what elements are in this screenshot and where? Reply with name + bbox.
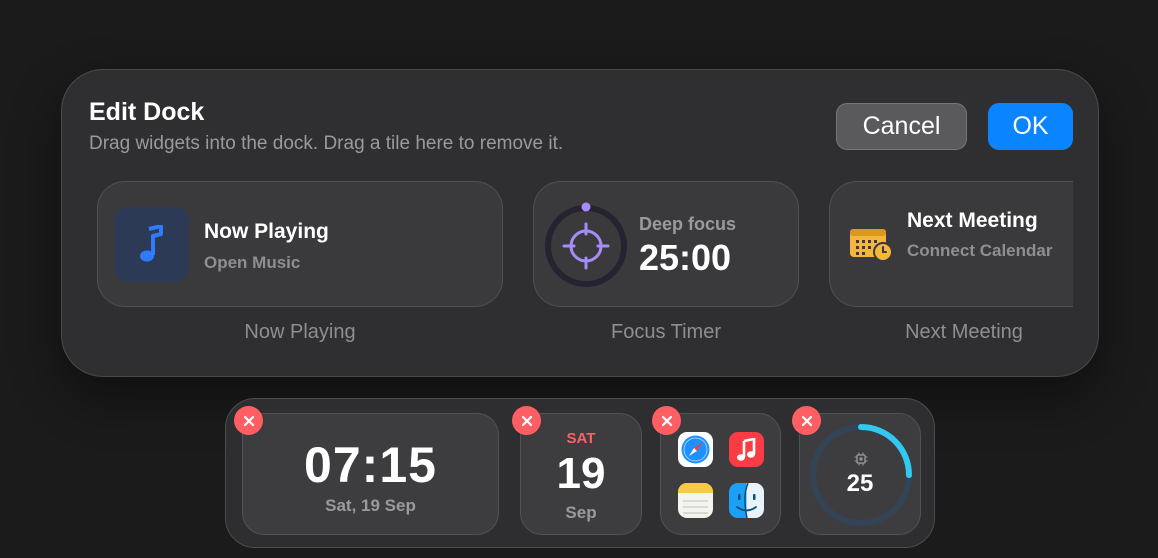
dock-apps-tile[interactable] — [660, 413, 781, 535]
calendar-weekday: SAT — [566, 430, 596, 447]
ok-button[interactable]: OK — [988, 103, 1073, 150]
chip-icon — [854, 452, 868, 466]
remove-calendar-button[interactable] — [512, 406, 541, 435]
focus-time: 25:00 — [639, 237, 732, 278]
dock-cpu-tile[interactable]: 25 — [799, 413, 921, 535]
clock-date: Sat, 19 Sep — [325, 496, 416, 515]
remove-cpu-button[interactable] — [792, 406, 821, 435]
close-icon — [243, 415, 254, 426]
dock-calendar-tile[interactable]: SAT 19 Sep — [520, 413, 642, 535]
panel-title: Edit Dock — [89, 98, 205, 126]
focus-ring-icon — [545, 202, 627, 287]
close-icon — [801, 415, 812, 426]
calendar-day: 19 — [556, 449, 606, 498]
music-icon[interactable] — [729, 432, 764, 467]
panel-subtitle: Drag widgets into the dock. Drag a tile … — [89, 133, 564, 154]
now-playing-subtitle: Open Music — [204, 253, 301, 272]
focus-label: Deep focus — [639, 214, 737, 234]
now-playing-widget[interactable]: Now Playing Open Music — [97, 181, 503, 307]
now-playing-title: Now Playing — [204, 220, 329, 243]
next-meeting-title: Next Meeting — [907, 209, 1038, 232]
next-meeting-subtitle: Connect Calendar — [907, 241, 1053, 260]
calendar-month: Sep — [565, 503, 597, 522]
cancel-button[interactable]: Cancel — [836, 103, 967, 150]
widget-gallery: Now Playing Open Music Now Playing Deep … — [96, 180, 1073, 370]
remove-apps-button[interactable] — [652, 406, 681, 435]
dock-clock-tile[interactable]: 07:15 Sat, 19 Sep — [242, 413, 499, 535]
cpu-value: 25 — [846, 470, 874, 497]
clock-time: 07:15 — [304, 437, 437, 493]
focus-timer-widget[interactable]: Deep focus 25:00 — [533, 181, 799, 307]
focus-timer-caption: Focus Timer — [610, 321, 722, 343]
dock: 07:15 Sat, 19 Sep SAT 19 Sep 25 — [225, 398, 935, 548]
next-meeting-caption: Next Meeting — [905, 321, 1023, 343]
calendar-clock-icon — [850, 229, 893, 262]
music-note-icon — [114, 207, 189, 282]
finder-icon[interactable] — [729, 483, 764, 518]
edit-dock-panel: Edit Dock Drag widgets into the dock. Dr… — [61, 69, 1099, 377]
next-meeting-widget[interactable]: Next Meeting Connect Calendar — [829, 181, 1073, 307]
notes-icon[interactable] — [678, 483, 713, 518]
close-icon — [661, 415, 672, 426]
remove-clock-button[interactable] — [234, 406, 263, 435]
safari-icon[interactable] — [678, 432, 713, 467]
close-icon — [521, 415, 532, 426]
now-playing-caption: Now Playing — [244, 321, 356, 343]
